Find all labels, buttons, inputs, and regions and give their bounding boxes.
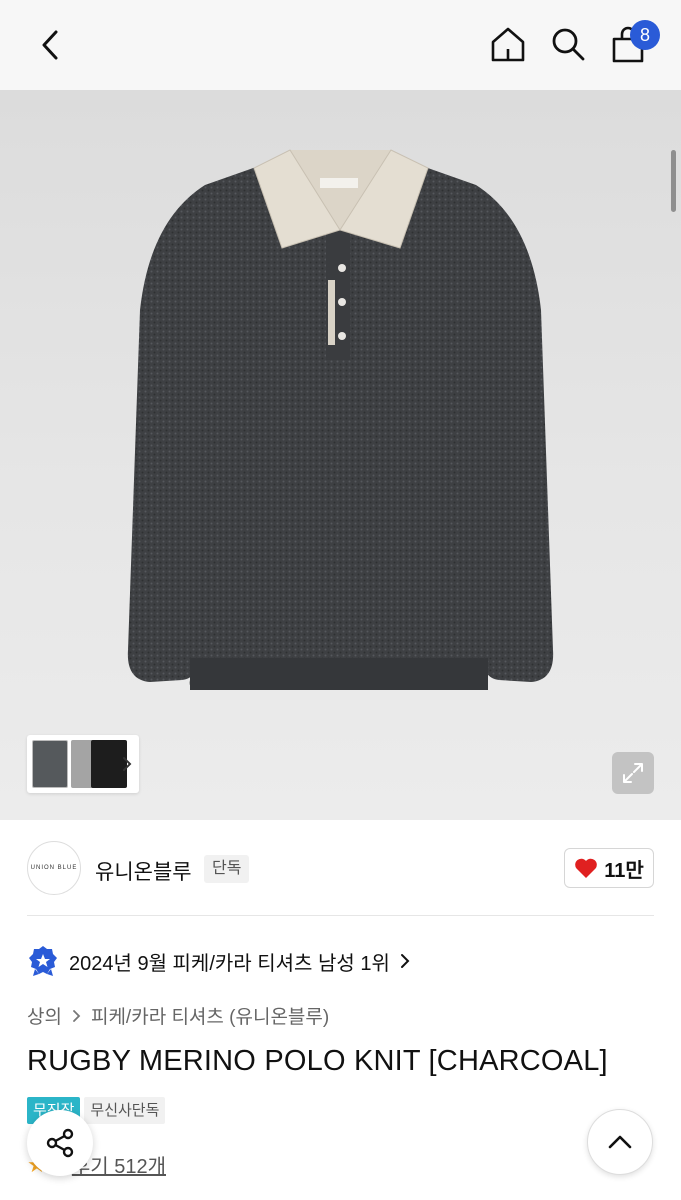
brand-logo-text: UNION BLUE bbox=[30, 865, 78, 871]
ranking-medal-icon bbox=[29, 946, 57, 976]
breadcrumb-item-top[interactable]: 상의 bbox=[27, 1002, 62, 1029]
chevron-right-icon[interactable] bbox=[119, 753, 135, 775]
divider bbox=[27, 915, 654, 916]
exclusive-badge: 단독 bbox=[204, 855, 250, 883]
home-icon bbox=[491, 27, 525, 62]
product-photo bbox=[127, 149, 554, 690]
share-button[interactable] bbox=[27, 1110, 93, 1176]
breadcrumb: 상의 피케/카라 티셔츠 (유니온블루) bbox=[27, 1002, 329, 1029]
chevron-left-icon bbox=[42, 30, 58, 60]
scroll-to-top-button[interactable] bbox=[587, 1109, 653, 1175]
expand-image-button[interactable] bbox=[612, 752, 654, 794]
breadcrumb-item-category[interactable]: 피케/카라 티셔츠 (유니온블루) bbox=[91, 1002, 329, 1029]
ranking-banner[interactable]: 2024년 9월 피케/카라 티셔츠 남성 1위 bbox=[27, 944, 410, 978]
home-button[interactable] bbox=[486, 22, 530, 66]
heart-icon bbox=[575, 858, 598, 878]
back-button[interactable] bbox=[30, 25, 70, 65]
ranking-text: 2024년 9월 피케/카라 티셔츠 남성 1위 bbox=[69, 952, 390, 975]
search-icon bbox=[552, 28, 585, 61]
brand-section: UNION BLUE 유니온블루 단독 11만 bbox=[0, 820, 681, 916]
chevron-right-icon bbox=[72, 1009, 81, 1023]
chevron-right-icon bbox=[400, 953, 410, 969]
brand-name[interactable]: 유니온블루 bbox=[95, 856, 192, 886]
exclusive-tag: 무신사단독 bbox=[84, 1097, 166, 1124]
thumbnail-charcoal[interactable] bbox=[32, 740, 68, 788]
search-button[interactable] bbox=[546, 22, 590, 66]
scrollbar[interactable] bbox=[671, 150, 676, 212]
like-count: 11만 bbox=[604, 859, 644, 882]
product-title: RUGBY MERINO POLO KNIT [CHARCOAL] bbox=[27, 1045, 608, 1077]
cart-count-badge: 8 bbox=[630, 20, 660, 50]
like-button[interactable]: 11만 bbox=[564, 848, 654, 888]
brand-logo[interactable]: UNION BLUE bbox=[27, 841, 81, 895]
chevron-up-icon bbox=[608, 1135, 632, 1149]
top-navigation-bar: 8 bbox=[0, 0, 681, 90]
expand-icon bbox=[623, 763, 643, 783]
color-thumbnails[interactable] bbox=[27, 735, 139, 793]
cart-button[interactable]: 8 bbox=[606, 20, 660, 66]
product-image-viewer[interactable] bbox=[0, 90, 681, 820]
share-icon bbox=[46, 1128, 74, 1158]
